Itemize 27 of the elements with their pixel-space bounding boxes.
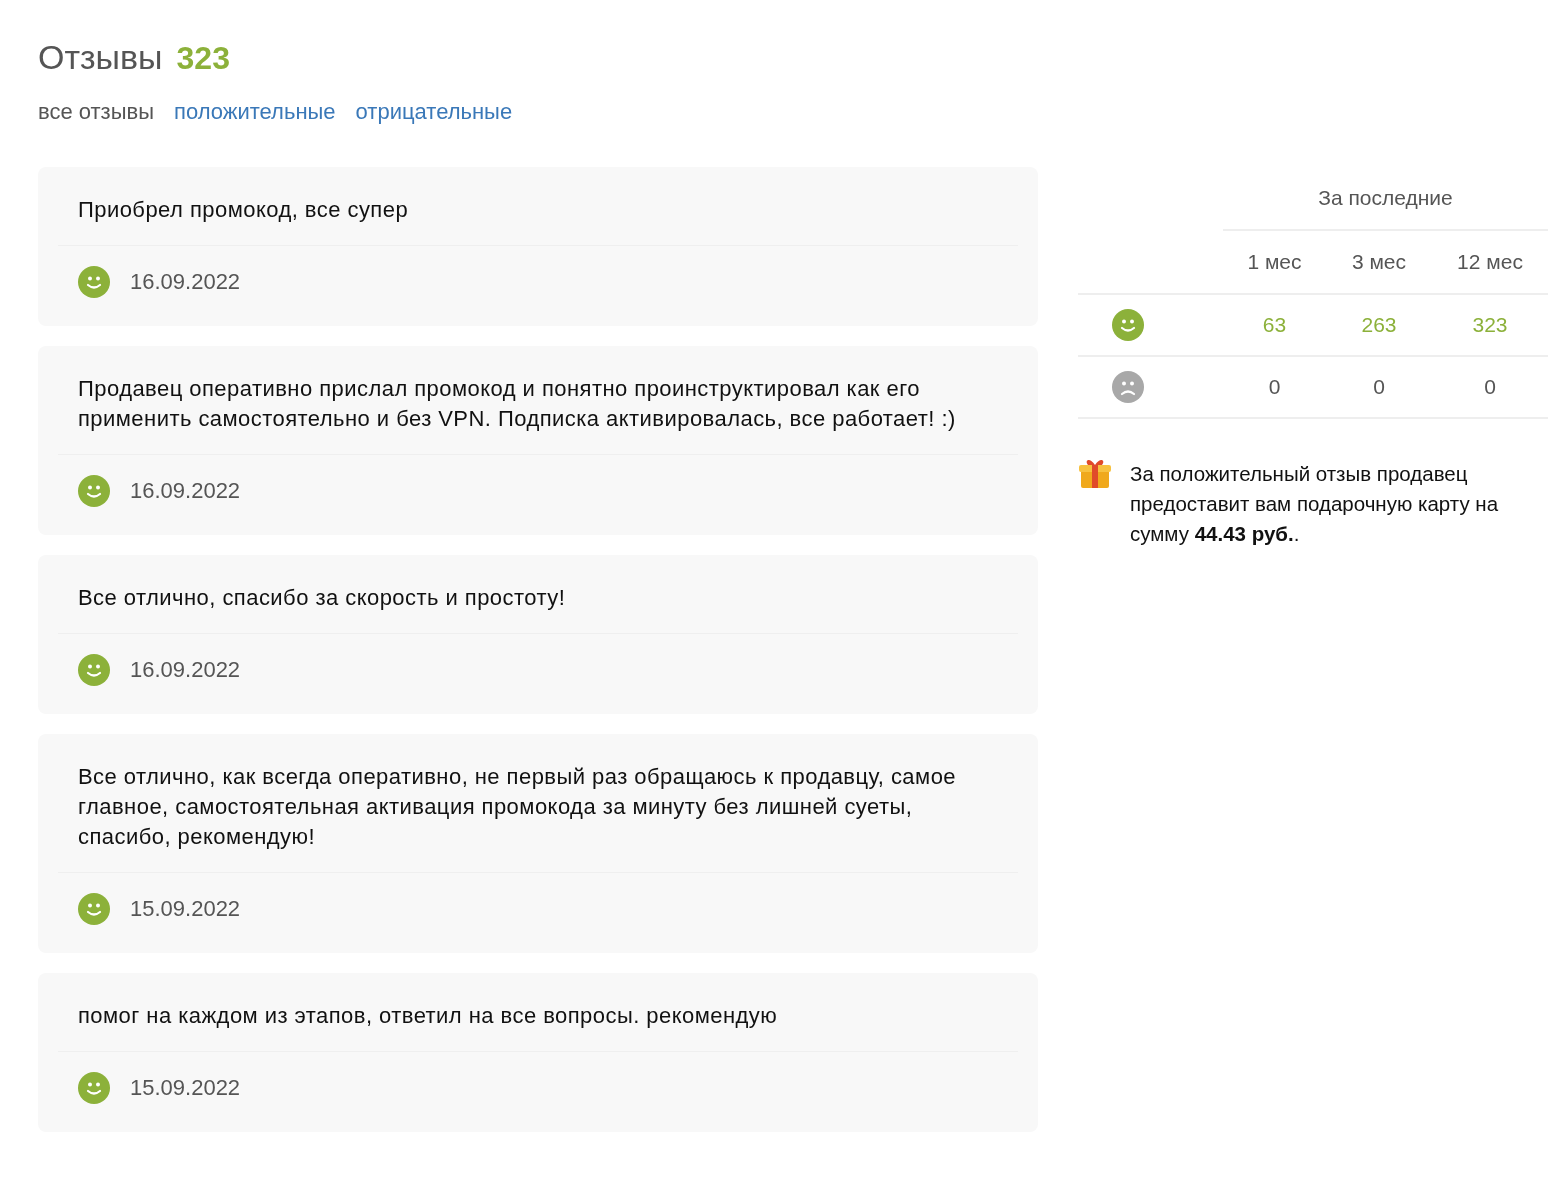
filter-tab[interactable]: положительные [174, 99, 336, 125]
review-text: Приобрел промокод, все супер [78, 196, 410, 224]
review-text: помог на каждом из этапов, ответил на все вопросы. рекомендую [78, 1002, 779, 1030]
table-cell: 0 [1326, 357, 1432, 419]
column-header: 12 мес [1432, 231, 1548, 295]
review-date: 16.09.2022 [130, 478, 241, 504]
review-text: Продавец оперативно прислал промокод и понятно проинструктировал как его применить самостоятельно и без VPN. Подписка активировалась, все работает! :) [78, 375, 957, 433]
bonus-note: За положительный отзыв продавец предоставит вам подарочную карту на сумму 44.43 руб.. [1130, 461, 1500, 547]
filter-tab[interactable]: все отзывы [38, 99, 154, 125]
table-cell: 0 [1223, 357, 1326, 419]
column-header: 3 мес [1326, 231, 1432, 295]
review-date: 16.09.2022 [130, 269, 241, 295]
review-count: 323 [176, 40, 230, 77]
page-title: Отзывы [38, 38, 163, 77]
review-date: 15.09.2022 [130, 896, 241, 922]
table-heading: За последние [1223, 182, 1548, 231]
filter-tab[interactable]: отрицательные [355, 99, 513, 125]
review-text: Все отлично, спасибо за скорость и простоту! [78, 584, 567, 612]
column-header: 1 мес [1223, 231, 1326, 295]
gift-icon [1078, 457, 1112, 489]
table-cell: 263 [1326, 295, 1432, 357]
review-text: Все отлично, как всегда оперативно, не первый раз обращаюсь к продавцу, самое главное, самостоятельная активация промокода за минуту без лишней суеты, спасибо, рекомендую! [78, 763, 957, 851]
review-date: 15.09.2022 [130, 1075, 241, 1101]
review-date: 16.09.2022 [130, 657, 241, 683]
table-cell: 0 [1432, 357, 1548, 419]
table-cell: 323 [1432, 295, 1548, 357]
table-cell: 63 [1223, 295, 1326, 357]
